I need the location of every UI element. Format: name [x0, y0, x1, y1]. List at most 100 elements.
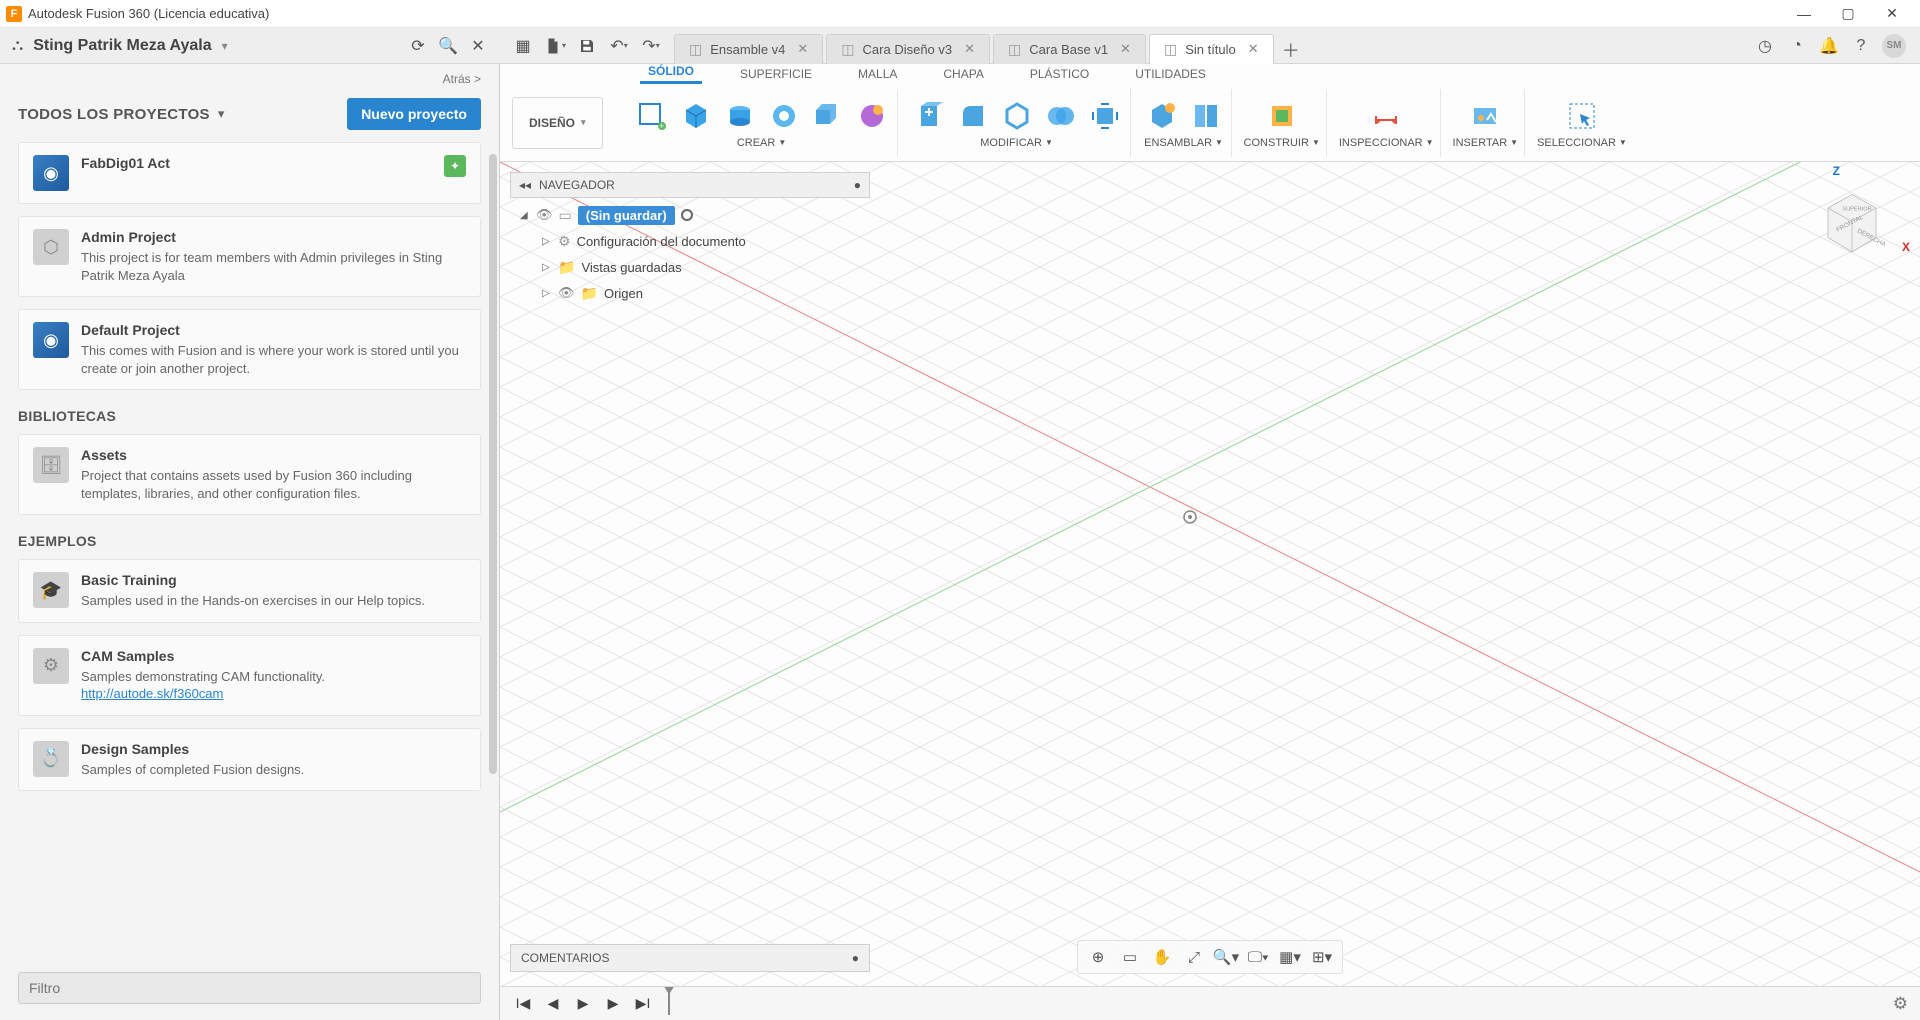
group-label-select[interactable]: SELECCIONAR▼: [1537, 137, 1627, 149]
ribbon-tab-utilities[interactable]: UTILIDADES: [1127, 64, 1214, 84]
collapse-icon[interactable]: ◂◂: [519, 178, 531, 192]
close-tab-icon[interactable]: ✕: [964, 41, 975, 57]
refresh-button[interactable]: ⟳: [408, 36, 428, 56]
project-card[interactable]: ⬡ Admin ProjectThis project is for team …: [18, 216, 481, 297]
group-label-construct[interactable]: CONSTRUIR▼: [1244, 137, 1320, 149]
triangle-down-icon[interactable]: ◢: [520, 210, 530, 221]
search-button[interactable]: 🔍: [438, 36, 458, 56]
extensions-icon[interactable]: ◷: [1754, 35, 1776, 57]
filter-input[interactable]: [18, 972, 481, 1004]
group-label-create[interactable]: CREAR▼: [737, 137, 786, 149]
viewport-button[interactable]: ⊞▾: [1308, 945, 1336, 969]
display-button[interactable]: 🖵▾: [1244, 945, 1272, 969]
canvas-viewport[interactable]: ◂◂ NAVEGADOR ● ◢ 👁 ▭ (Sin guardar) ▷⚙Con…: [500, 162, 1920, 986]
sketch-button[interactable]: +: [633, 97, 671, 135]
extrude-button[interactable]: [721, 97, 759, 135]
save-button[interactable]: [574, 33, 600, 59]
minimize-button[interactable]: —: [1782, 0, 1826, 28]
browser-header[interactable]: ◂◂ NAVEGADOR ●: [510, 172, 870, 198]
close-button[interactable]: ✕: [1870, 0, 1914, 28]
workspace-switcher[interactable]: DISEÑO▾: [512, 97, 603, 149]
select-button[interactable]: [1563, 97, 1601, 135]
undo-button[interactable]: ↶▾: [606, 33, 632, 59]
user-avatar[interactable]: SM: [1882, 34, 1906, 58]
browser-node[interactable]: ▷📁Vistas guardadas: [520, 254, 870, 280]
eye-icon[interactable]: 👁: [536, 207, 553, 223]
doc-tab[interactable]: ◫Ensamble v4✕: [674, 34, 823, 64]
job-status-icon[interactable]: ◔: [1786, 35, 1808, 57]
construct-button[interactable]: [1263, 97, 1301, 135]
comments-toggle-icon[interactable]: ●: [852, 951, 859, 965]
example-card[interactable]: 🎓 Basic TrainingSamples used in the Hand…: [18, 559, 481, 623]
browser-root[interactable]: ◢ 👁 ▭ (Sin guardar): [520, 202, 870, 228]
combine-button[interactable]: [1042, 97, 1080, 135]
group-label-inspect[interactable]: INSPECCIONAR▼: [1339, 137, 1434, 149]
ribbon-tab-solid[interactable]: SÓLIDO: [640, 61, 702, 84]
zoom-window-button[interactable]: 🔍▾: [1212, 945, 1240, 969]
notifications-icon[interactable]: 🔔: [1818, 35, 1840, 57]
help-icon[interactable]: ?: [1850, 35, 1872, 57]
doc-tab[interactable]: ◫Sin título✕: [1149, 34, 1274, 64]
browser-node[interactable]: ▷⚙Configuración del documento: [520, 228, 870, 254]
inspect-button[interactable]: [1367, 97, 1405, 135]
close-tab-icon[interactable]: ✕: [797, 41, 808, 57]
press-pull-button[interactable]: [910, 97, 948, 135]
ribbon-tab-surface[interactable]: SUPERFICIE: [732, 64, 820, 84]
file-menu-button[interactable]: ▾: [542, 33, 568, 59]
close-tab-icon[interactable]: ✕: [1248, 41, 1259, 57]
browser-node[interactable]: ▷👁📁Origen: [520, 280, 870, 306]
look-at-button[interactable]: ▭: [1116, 945, 1144, 969]
chevron-down-icon[interactable]: ▾: [222, 39, 228, 53]
close-panel-button[interactable]: ✕: [468, 36, 488, 56]
move-button[interactable]: [1086, 97, 1124, 135]
project-card[interactable]: ◉ Default ProjectThis comes with Fusion …: [18, 309, 481, 390]
zoom-button[interactable]: ⤢: [1180, 945, 1208, 969]
revolve-button[interactable]: [765, 97, 803, 135]
redo-button[interactable]: ↷▾: [638, 33, 664, 59]
close-tab-icon[interactable]: ✕: [1120, 41, 1131, 57]
new-project-button[interactable]: Nuevo proyecto: [347, 98, 481, 130]
project-card[interactable]: ◉ FabDig01 Act ✦: [18, 142, 481, 204]
timeline-settings-icon[interactable]: ⚙: [1893, 994, 1908, 1014]
timeline-end-button[interactable]: ▶I: [632, 993, 654, 1015]
group-label-modify[interactable]: MODIFICAR▼: [980, 137, 1053, 149]
group-label-assemble[interactable]: ENSAMBLAR▼: [1144, 137, 1223, 149]
timeline-start-button[interactable]: I◀: [512, 993, 534, 1015]
timeline-prev-button[interactable]: ◀: [542, 993, 564, 1015]
group-label-insert[interactable]: INSERTAR▼: [1453, 137, 1519, 149]
team-name[interactable]: Sting Patrik Meza Ayala: [33, 37, 211, 55]
settings-dot-icon[interactable]: ●: [854, 178, 861, 192]
library-card[interactable]: 🗄 AssetsProject that contains assets use…: [18, 434, 481, 515]
doc-tab[interactable]: ◫Cara Diseño v3✕: [826, 34, 990, 64]
new-tab-button[interactable]: ＋: [1277, 36, 1305, 64]
expand-projects-icon[interactable]: ▾: [218, 106, 225, 122]
comments-bar[interactable]: COMENTARIOS ●: [510, 944, 870, 972]
scrollbar[interactable]: [489, 154, 497, 774]
joint-button[interactable]: [1187, 97, 1225, 135]
example-card[interactable]: 💍 Design SamplesSamples of completed Fus…: [18, 728, 481, 792]
ribbon-tab-plastic[interactable]: PLÁSTICO: [1022, 64, 1097, 84]
timeline-marker[interactable]: [668, 993, 670, 1015]
derive-button[interactable]: [853, 97, 891, 135]
fillet-button[interactable]: [954, 97, 992, 135]
shell-button[interactable]: [998, 97, 1036, 135]
ribbon-tab-sheet[interactable]: CHAPA: [935, 64, 991, 84]
back-link[interactable]: Atrás >: [0, 64, 499, 90]
example-card[interactable]: ⚙ CAM SamplesSamples demonstrating CAM f…: [18, 635, 481, 716]
new-component-button[interactable]: [1143, 97, 1181, 135]
box-button[interactable]: [809, 97, 847, 135]
timeline-next-button[interactable]: ▶: [602, 993, 624, 1015]
data-panel-toggle[interactable]: ▦: [510, 33, 536, 59]
maximize-button[interactable]: ▢: [1826, 0, 1870, 28]
timeline-play-button[interactable]: ▶: [572, 993, 594, 1015]
create-form-button[interactable]: [677, 97, 715, 135]
ribbon-tab-mesh[interactable]: MALLA: [850, 64, 905, 84]
grid-button[interactable]: ▦▾: [1276, 945, 1304, 969]
activate-radio[interactable]: [681, 209, 693, 221]
doc-tab[interactable]: ◫Cara Base v1✕: [993, 34, 1146, 64]
view-cube[interactable]: FRONTAL DERECHA SUPERIOR: [1812, 180, 1892, 260]
insert-button[interactable]: [1466, 97, 1504, 135]
pan-button[interactable]: ✋: [1148, 945, 1176, 969]
orbit-button[interactable]: ⊕: [1084, 945, 1112, 969]
example-link[interactable]: http://autode.sk/f360cam: [81, 686, 223, 701]
